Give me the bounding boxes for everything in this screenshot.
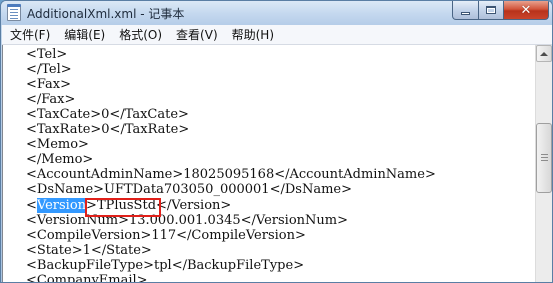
grip-line bbox=[541, 157, 548, 158]
text-line: <CompanyEmail> bbox=[26, 273, 148, 283]
text-line: <TaxRate>0</TaxRate> bbox=[26, 122, 190, 137]
scroll-up-button[interactable] bbox=[536, 45, 552, 62]
menu-format[interactable]: 格式(O) bbox=[111, 26, 168, 43]
menu-file[interactable]: 文件(F) bbox=[2, 26, 56, 43]
maximize-icon bbox=[486, 6, 496, 14]
window-title: AdditionalXml.xml - 记事本 bbox=[27, 7, 185, 21]
text-line: <Tel> bbox=[26, 47, 68, 62]
text-line: </Fax> bbox=[26, 92, 76, 107]
grip-line bbox=[541, 154, 548, 155]
text-line: <Fax> bbox=[26, 77, 72, 92]
text-line: <BackupFileType>tpl</BackupFileType> bbox=[26, 258, 305, 273]
menu-bar: 文件(F) 编辑(E) 格式(O) 查看(V) 帮助(H) bbox=[2, 25, 552, 45]
text-line: </Tel> bbox=[26, 62, 72, 77]
notepad-icon[interactable] bbox=[7, 4, 21, 21]
text-line: <DsName>UFTData703050_000001</DsName> bbox=[26, 182, 352, 197]
text-line: <CompileVersion>117</CompileVersion> bbox=[26, 228, 306, 243]
text-line: <AccountAdminName>18025095168</AccountAd… bbox=[26, 167, 436, 182]
close-icon: ✕ bbox=[520, 2, 532, 18]
text-line: </Memo> bbox=[26, 152, 94, 167]
text-line: <TaxCate>0</TaxCate> bbox=[26, 107, 189, 122]
minimize-icon bbox=[461, 11, 470, 15]
notepad-window: AdditionalXml.xml - 记事本 ✕ 文件(F) 编辑(E) 格式… bbox=[0, 0, 553, 283]
version-line: <Version>TPlusStd</Version> bbox=[26, 198, 231, 213]
text-line: <Memo> bbox=[26, 137, 89, 152]
selected-text[interactable]: Version bbox=[36, 198, 87, 213]
title-bar[interactable]: AdditionalXml.xml - 记事本 ✕ bbox=[1, 1, 552, 25]
scrollbar-thumb[interactable] bbox=[536, 123, 552, 193]
close-button[interactable]: ✕ bbox=[503, 1, 549, 20]
version-line-rest: >TPlusStd</Version> bbox=[86, 198, 232, 213]
text-editor[interactable]: <Tel> </Tel> <Fax> </Fax> <TaxCate>0</Ta… bbox=[2, 45, 535, 283]
maximize-button[interactable] bbox=[478, 1, 504, 20]
grip-line bbox=[541, 160, 548, 161]
chevron-up-icon bbox=[540, 51, 548, 56]
vertical-scrollbar[interactable] bbox=[535, 45, 552, 282]
text-line: <State>1</State> bbox=[26, 243, 152, 258]
text-line: <VersionNum>13.000.001.0345</VersionNum> bbox=[26, 213, 349, 228]
minimize-button[interactable] bbox=[452, 1, 479, 20]
menu-help[interactable]: 帮助(H) bbox=[224, 26, 280, 43]
menu-view[interactable]: 查看(V) bbox=[168, 26, 224, 43]
menu-edit[interactable]: 编辑(E) bbox=[56, 26, 111, 43]
open-bracket: < bbox=[26, 198, 37, 213]
